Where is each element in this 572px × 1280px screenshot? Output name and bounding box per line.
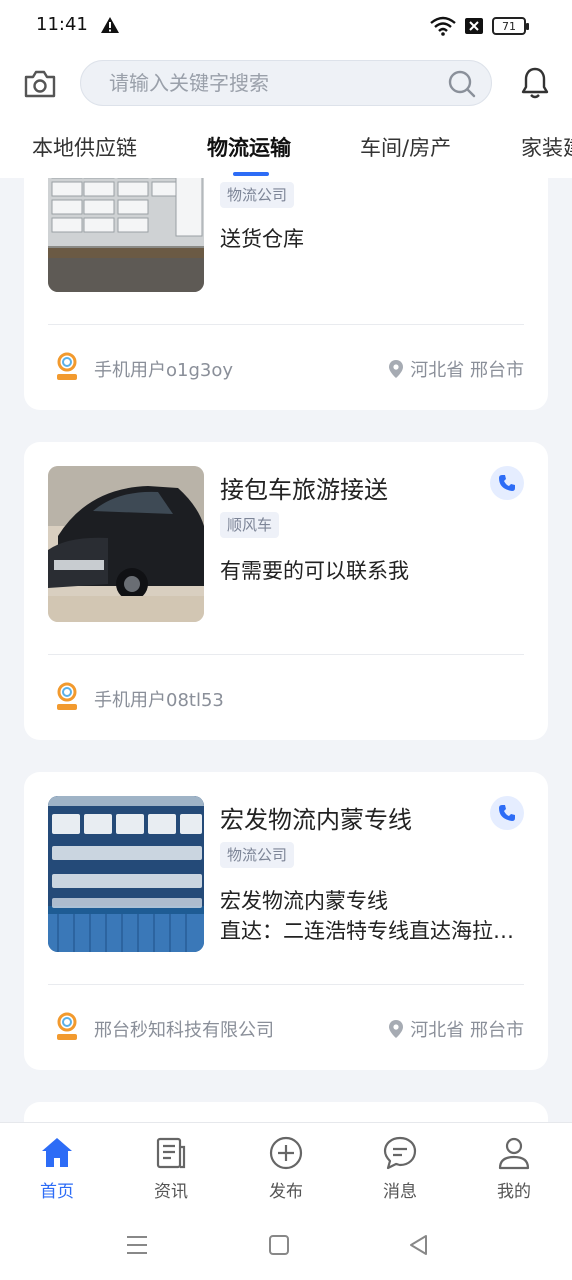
seller-name[interactable]: 邢台秒知科技有限公司 [94, 1016, 274, 1042]
location-text: 河北省 邢台市 [410, 1020, 524, 1041]
listing-location: 河北省 邢台市 [388, 356, 524, 382]
nav-home[interactable]: 首页 [17, 1135, 97, 1202]
search-input[interactable] [109, 61, 439, 105]
publish-plus-icon [269, 1136, 303, 1170]
tab-logistics[interactable]: 物流运输 [207, 132, 291, 162]
seller-name[interactable]: 手机用户08tl53 [94, 686, 224, 712]
search-icon[interactable] [447, 69, 477, 99]
no-sim-icon [465, 18, 483, 34]
battery-level: 71 [502, 19, 516, 33]
nav-profile-label: 我的 [497, 1182, 531, 1202]
description-line: 直达：二连浩特专线直达海拉尔… [220, 919, 530, 943]
profile-icon [498, 1137, 530, 1170]
phone-icon [499, 475, 515, 491]
listing-location: 河北省 邢台市 [388, 1016, 524, 1042]
category-tabs: 本地供应链 物流运输 车间/房产 家装建 [0, 114, 572, 178]
listing-description: 宏发物流内蒙专线 直达：二连浩特专线直达海拉尔… [220, 886, 530, 946]
card-divider [48, 654, 524, 655]
card-divider [48, 324, 524, 325]
listing-thumbnail [48, 178, 204, 292]
camera-icon[interactable] [22, 66, 58, 102]
listing-title[interactable]: 接包车旅游接送 [220, 470, 388, 505]
news-icon [156, 1137, 186, 1169]
listing-thumbnail [48, 466, 204, 622]
bottom-nav: 首页 资讯 发布 消息 我的 [0, 1122, 572, 1210]
listing-thumbnail [48, 796, 204, 952]
nav-messages[interactable]: 消息 [360, 1135, 440, 1202]
battery-indicator: 71 [492, 17, 529, 35]
listing-tag: 顺风车 [220, 512, 280, 538]
nav-publish[interactable]: 发布 [246, 1135, 326, 1202]
nav-messages-label: 消息 [383, 1182, 417, 1202]
bell-icon[interactable] [520, 66, 550, 100]
description-line: 送货仓库 [220, 227, 304, 251]
back-triangle-icon[interactable] [406, 1232, 432, 1258]
description-line: 有需要的可以联系我 [220, 559, 409, 583]
description-line: 宏发物流内蒙专线 [220, 889, 388, 913]
call-button[interactable] [490, 466, 524, 500]
message-icon [383, 1136, 417, 1170]
wifi-icon [430, 16, 456, 36]
seller-logo-icon [57, 352, 77, 380]
tab-local-supply[interactable]: 本地供应链 [32, 132, 137, 162]
warning-icon [101, 17, 119, 33]
phone-icon [499, 805, 515, 821]
location-text: 河北省 邢台市 [410, 360, 524, 381]
listing-description: 送货仓库 [220, 224, 530, 254]
status-bar: 11:41 71 [0, 0, 572, 52]
nav-profile[interactable]: 我的 [474, 1135, 554, 1202]
seller-name[interactable]: 手机用户o1g3oy [94, 356, 233, 382]
tab-workshop-property[interactable]: 车间/房产 [360, 132, 451, 162]
nav-news[interactable]: 资讯 [131, 1135, 211, 1202]
seller-logo-icon [57, 682, 77, 710]
nav-news-label: 资讯 [154, 1182, 188, 1202]
tab-home-decor[interactable]: 家装建 [521, 132, 572, 162]
listing-card[interactable] [24, 1102, 548, 1122]
system-nav-bar [0, 1210, 572, 1280]
seller-logo-icon [57, 1012, 77, 1040]
listing-feed[interactable]: 物流公司 送货仓库 手机用户o1g3oy 河北省 邢台市 接包车旅游接送 顺风车… [0, 178, 572, 1122]
search-box[interactable] [80, 60, 492, 106]
status-indicators: 71 [430, 14, 529, 38]
location-pin-icon [389, 1020, 404, 1038]
nav-publish-label: 发布 [269, 1182, 303, 1202]
card-divider [48, 984, 524, 985]
listing-card[interactable]: 宏发物流内蒙专线 物流公司 宏发物流内蒙专线 直达：二连浩特专线直达海拉尔… 邢… [24, 772, 548, 1070]
listing-tag: 物流公司 [220, 842, 295, 868]
status-time: 11:41 [36, 14, 88, 35]
recents-menu-icon[interactable] [124, 1232, 150, 1258]
listing-card[interactable]: 接包车旅游接送 顺风车 有需要的可以联系我 手机用户08tl53 [24, 442, 548, 740]
home-square-icon[interactable] [266, 1232, 292, 1258]
home-icon [42, 1138, 72, 1167]
header [0, 52, 572, 114]
location-pin-icon [389, 360, 404, 378]
listing-description: 有需要的可以联系我 [220, 556, 530, 586]
listing-card[interactable]: 物流公司 送货仓库 手机用户o1g3oy 河北省 邢台市 [24, 178, 548, 410]
nav-home-label: 首页 [40, 1182, 74, 1202]
call-button[interactable] [490, 796, 524, 830]
active-tab-indicator [233, 172, 269, 176]
listing-title[interactable]: 宏发物流内蒙专线 [220, 800, 412, 835]
listing-tag: 物流公司 [220, 182, 295, 208]
